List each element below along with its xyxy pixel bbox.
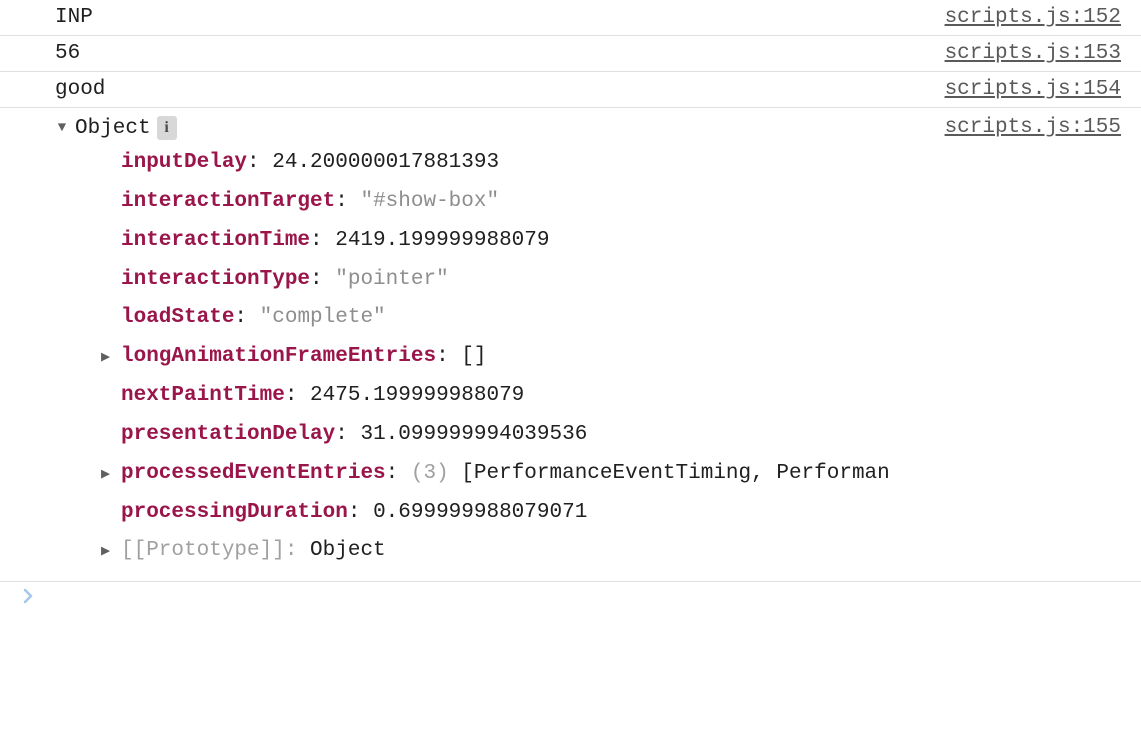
info-badge-icon[interactable]: i [157, 116, 177, 140]
log-message: 56 [55, 42, 80, 65]
prop-key: interactionTarget [121, 190, 335, 213]
prop-value: Object [310, 539, 386, 562]
array-preview: [PerformanceEventTiming, Performan [449, 462, 890, 485]
prop-value: "complete" [260, 306, 386, 329]
console-log-row: 56 scripts.js:153 [0, 35, 1141, 72]
prop-value: 24.200000017881393 [272, 151, 499, 174]
prop-nextPaintTime[interactable]: nextPaintTime: 2475.199999988079 [101, 377, 945, 416]
log-message: good [55, 78, 105, 101]
prop-longAnimationFrameEntries[interactable]: ▶ longAnimationFrameEntries: [] [101, 338, 945, 377]
source-link[interactable]: scripts.js:154 [945, 78, 1121, 101]
prop-prototype[interactable]: ▶ [[Prototype]]: Object [101, 532, 945, 571]
prop-value: 2475.199999988079 [310, 384, 524, 407]
console-log-row: good scripts.js:154 [0, 71, 1141, 108]
object-properties: inputDelay: 24.200000017881393 interacti… [55, 144, 945, 571]
prop-presentationDelay[interactable]: presentationDelay: 31.099999994039536 [101, 416, 945, 455]
chevron-right-icon [22, 586, 36, 606]
prop-interactionTarget[interactable]: interactionTarget: "#show-box" [101, 183, 945, 222]
prop-key: longAnimationFrameEntries [121, 345, 436, 368]
prop-key: interactionTime [121, 229, 310, 252]
console-log-row: ▼ Object i inputDelay: 24.20000001788139… [0, 107, 1141, 582]
prop-key: interactionType [121, 268, 310, 291]
prop-loadState[interactable]: loadState: "complete" [101, 299, 945, 338]
object-body: ▼ Object i inputDelay: 24.20000001788139… [55, 116, 945, 571]
disclosure-triangle-down-icon[interactable]: ▼ [55, 120, 69, 136]
prop-value: [] [461, 345, 486, 368]
console-log-row: INP scripts.js:152 [0, 0, 1141, 36]
prop-interactionTime[interactable]: interactionTime: 2419.199999988079 [101, 222, 945, 261]
array-count: (3) [411, 462, 449, 485]
source-link[interactable]: scripts.js:152 [945, 6, 1121, 29]
prop-value: 2419.199999988079 [335, 229, 549, 252]
object-header[interactable]: ▼ Object i [55, 116, 945, 140]
prop-key: [[Prototype]] [121, 539, 285, 562]
prop-value: "#show-box" [360, 190, 499, 213]
prop-interactionType[interactable]: interactionType: "pointer" [101, 261, 945, 300]
prop-key: processingDuration [121, 501, 348, 524]
source-link[interactable]: scripts.js:153 [945, 42, 1121, 65]
prop-value: 31.099999994039536 [360, 423, 587, 446]
prop-key: loadState [121, 306, 234, 329]
disclosure-triangle-right-icon[interactable]: ▶ [101, 538, 121, 566]
prop-key: nextPaintTime [121, 384, 285, 407]
prop-value: "pointer" [335, 268, 448, 291]
prop-inputDelay[interactable]: inputDelay: 24.200000017881393 [101, 144, 945, 183]
disclosure-triangle-right-icon[interactable]: ▶ [101, 344, 121, 372]
prop-key: presentationDelay [121, 423, 335, 446]
console-prompt-row[interactable] [0, 582, 1141, 606]
prop-key: inputDelay [121, 151, 247, 174]
object-label: Object [75, 117, 151, 140]
prop-value: 0.699999988079071 [373, 501, 587, 524]
disclosure-triangle-right-icon[interactable]: ▶ [101, 461, 121, 489]
prop-key: processedEventEntries [121, 462, 386, 485]
log-message: INP [55, 6, 93, 29]
prop-processingDuration[interactable]: processingDuration: 0.699999988079071 [101, 494, 945, 533]
console-panel: INP scripts.js:152 56 scripts.js:153 goo… [0, 0, 1141, 606]
source-link[interactable]: scripts.js:155 [945, 116, 1121, 139]
prop-processedEventEntries[interactable]: ▶ processedEventEntries: (3) [Performanc… [101, 455, 945, 494]
